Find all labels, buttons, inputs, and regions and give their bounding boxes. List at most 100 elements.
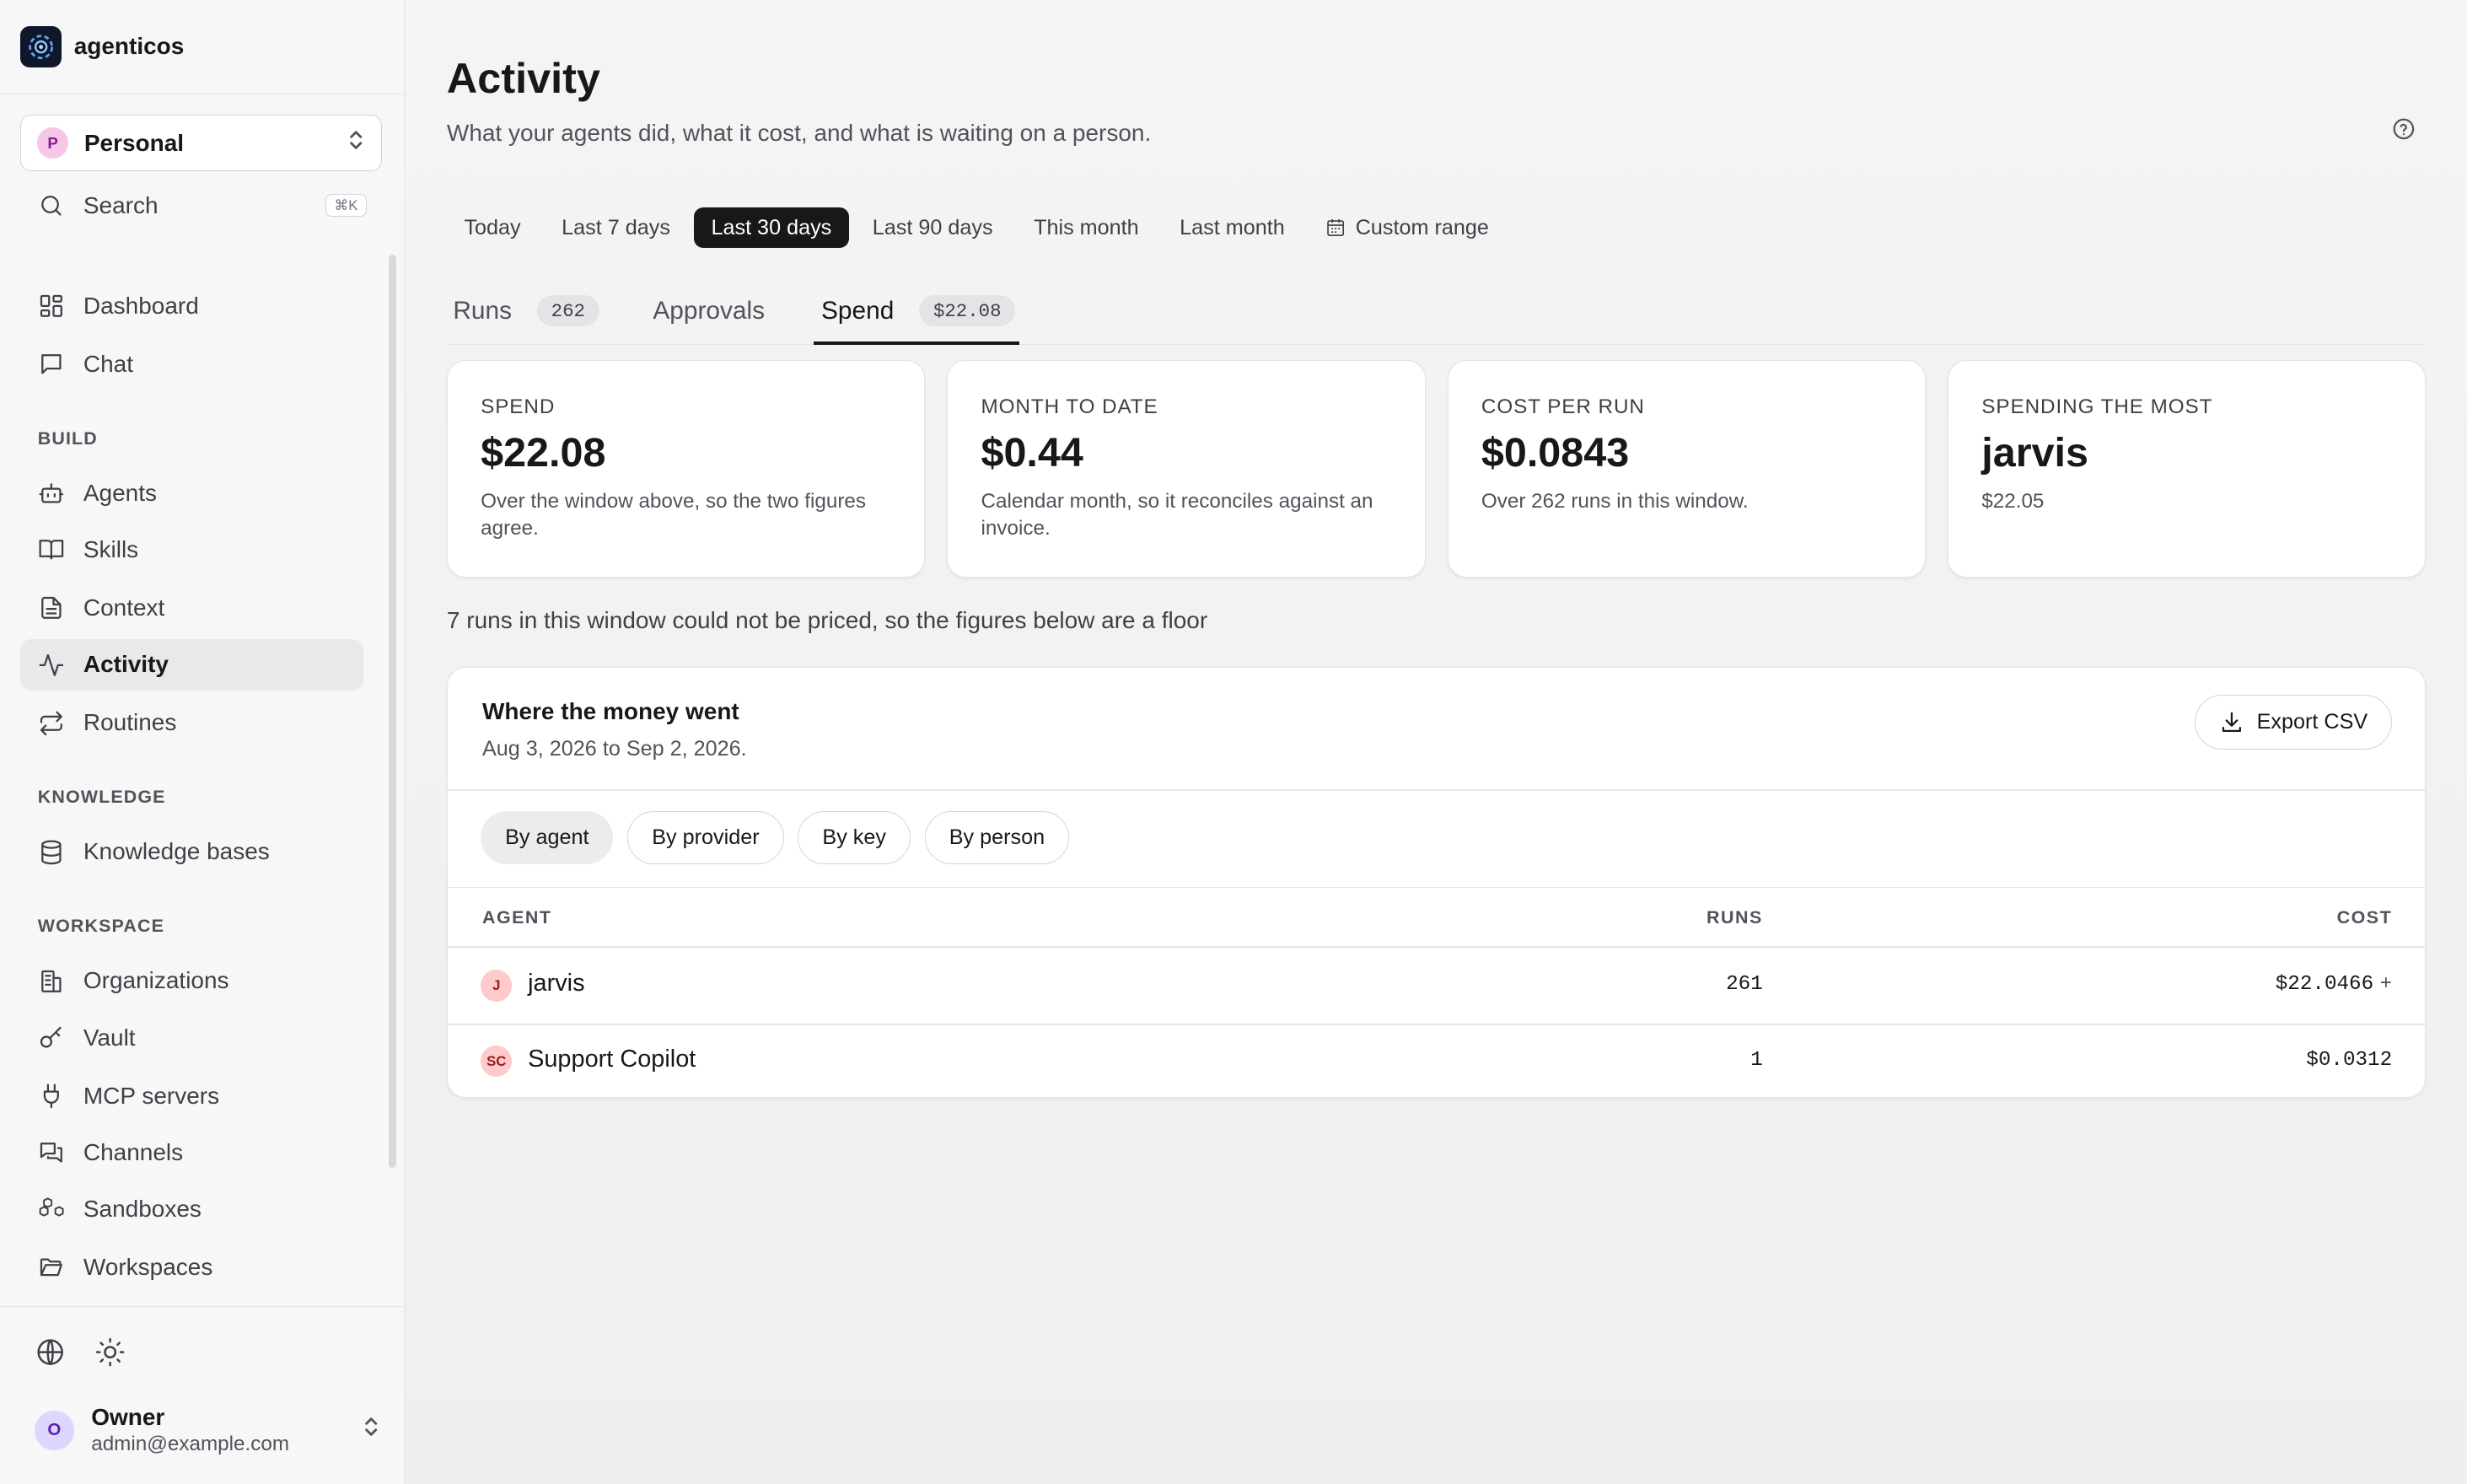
sun-icon[interactable] bbox=[94, 1336, 126, 1368]
chip-by-agent[interactable]: By agent bbox=[481, 810, 614, 865]
stat-value: $0.44 bbox=[981, 429, 1083, 476]
divider bbox=[447, 886, 2426, 889]
agent-avatar: J bbox=[481, 970, 513, 1002]
stat-card-month-to-date: MONTH TO DATE $0.44 Calendar month, so i… bbox=[947, 360, 1426, 578]
range-custom-label: Custom range bbox=[1355, 215, 1489, 239]
sidebar-item-label: Activity bbox=[83, 651, 169, 678]
export-csv-label: Export CSV bbox=[2256, 710, 2368, 734]
stat-label: SPEND bbox=[481, 395, 556, 419]
section-heading-build: BUILD bbox=[37, 427, 98, 449]
sidebar-item-agents[interactable]: Agents bbox=[20, 467, 363, 519]
globe-icon[interactable] bbox=[35, 1336, 66, 1368]
stat-card-cost-per-run: COST PER RUN $0.0843 Over 262 runs in th… bbox=[1447, 360, 1926, 578]
tab-spend[interactable]: Spend $22.08 bbox=[821, 277, 1016, 344]
sidebar-item-knowledge-bases[interactable]: Knowledge bases bbox=[20, 826, 363, 879]
tab-approvals[interactable]: Approvals bbox=[653, 277, 765, 344]
main-content: Activity What your agents did, what it c… bbox=[404, 0, 2467, 1484]
range-last-7-days[interactable]: Last 7 days bbox=[545, 207, 688, 248]
user-name: Owner bbox=[91, 1404, 165, 1431]
sidebar-scrollbar[interactable] bbox=[388, 255, 397, 1168]
stat-label: COST PER RUN bbox=[1481, 395, 1645, 419]
cost-value: $0.0312 bbox=[2306, 1048, 2393, 1072]
stat-card-spend: SPEND $22.08 Over the window above, so t… bbox=[446, 360, 926, 578]
sidebar-item-dashboard[interactable]: Dashboard bbox=[20, 280, 363, 332]
sidebar-item-label: Routines bbox=[83, 709, 177, 736]
sidebar-item-activity[interactable]: Activity bbox=[20, 638, 364, 691]
stat-note: $22.05 bbox=[1981, 490, 2045, 513]
range-custom[interactable]: Custom range bbox=[1309, 207, 1507, 248]
sidebar-item-chat[interactable]: Chat bbox=[20, 338, 363, 390]
table-row[interactable]: SC Support Copilot 1 $0.0312 bbox=[448, 1024, 2425, 1098]
search-label: Search bbox=[83, 191, 159, 218]
calendar-icon bbox=[1327, 219, 1345, 237]
database-icon bbox=[40, 840, 62, 864]
range-last-90-days[interactable]: Last 90 days bbox=[855, 207, 1010, 248]
search-icon bbox=[40, 195, 62, 216]
sidebar-item-context[interactable]: Context bbox=[20, 582, 363, 634]
panel-date-range: Aug 3, 2026 to Sep 2, 2026. bbox=[481, 737, 747, 761]
sidebar-item-vault[interactable]: Vault bbox=[20, 1012, 363, 1064]
user-menu[interactable]: O Owner admin@example.com bbox=[35, 1404, 381, 1456]
page-subtitle: What your agents did, what it cost, and … bbox=[446, 119, 1152, 146]
tab-count-badge: 262 bbox=[536, 294, 599, 327]
range-last-month[interactable]: Last month bbox=[1163, 207, 1303, 248]
sidebar-item-label: Skills bbox=[83, 536, 139, 563]
building-icon bbox=[40, 970, 62, 992]
sidebar-footer: O Owner admin@example.com bbox=[0, 1305, 403, 1484]
unpriced-runs-note: 7 runs in this window could not be price… bbox=[446, 607, 1208, 634]
sidebar-item-label: Workspaces bbox=[83, 1254, 213, 1281]
table-row[interactable]: J jarvis 261 $22.0466 + bbox=[448, 948, 2425, 1024]
range-today[interactable]: Today bbox=[447, 207, 538, 248]
column-header-cost: COST bbox=[2336, 906, 2393, 928]
stat-note: Over the window above, so the two figure… bbox=[481, 490, 867, 540]
tab-runs[interactable]: Runs 262 bbox=[453, 277, 599, 344]
divider bbox=[447, 788, 2426, 791]
sidebar-item-label: Agents bbox=[83, 479, 157, 506]
book-open-icon bbox=[39, 540, 63, 560]
floor-marker: + bbox=[2379, 973, 2393, 997]
sidebar-item-channels[interactable]: Channels bbox=[20, 1126, 363, 1179]
export-csv-button[interactable]: Export CSV bbox=[2194, 694, 2393, 750]
download-icon bbox=[2222, 712, 2241, 732]
brand[interactable]: agenticos bbox=[0, 0, 404, 94]
chip-by-key[interactable]: By key bbox=[798, 810, 911, 865]
sidebar-item-organizations[interactable]: Organizations bbox=[20, 955, 363, 1008]
workspace-switcher[interactable]: P Personal bbox=[20, 115, 383, 172]
stat-value: jarvis bbox=[1981, 429, 2088, 476]
sidebar-item-mcp-servers[interactable]: MCP servers bbox=[20, 1070, 363, 1122]
sidebar-item-workspaces[interactable]: Workspaces bbox=[20, 1241, 363, 1293]
avatar: O bbox=[35, 1411, 74, 1450]
chat-icon bbox=[40, 354, 62, 374]
brand-name: agenticos bbox=[73, 33, 185, 60]
agent-name: jarvis bbox=[528, 970, 585, 997]
section-heading-knowledge: KNOWLEDGE bbox=[37, 787, 166, 807]
sidebar-item-routines[interactable]: Routines bbox=[20, 697, 363, 750]
range-last-30-days[interactable]: Last 30 days bbox=[693, 207, 849, 248]
run-count: 1 bbox=[1750, 1048, 1763, 1072]
bot-icon bbox=[39, 483, 63, 503]
stat-note: Calendar month, so it reconciles against… bbox=[981, 490, 1373, 540]
workspace-avatar: P bbox=[36, 127, 69, 159]
dashboard-icon bbox=[40, 294, 62, 317]
cost-value: $22.0466 bbox=[2275, 973, 2374, 997]
tab-label: Spend bbox=[821, 296, 895, 325]
sidebar-item-skills[interactable]: Skills bbox=[20, 524, 363, 576]
sidebar: agenticos P Personal Search ⌘K Dashboard… bbox=[0, 0, 405, 1484]
stat-value: $0.0843 bbox=[1481, 429, 1630, 476]
sidebar-item-label: Chat bbox=[83, 350, 133, 377]
range-this-month[interactable]: This month bbox=[1017, 207, 1157, 248]
stat-label: SPENDING THE MOST bbox=[1981, 395, 2213, 419]
tab-label: Approvals bbox=[653, 296, 766, 325]
brand-logo-icon bbox=[20, 26, 62, 67]
user-email: admin@example.com bbox=[91, 1433, 290, 1456]
chip-by-provider[interactable]: By provider bbox=[627, 810, 784, 865]
cost-cell: $0.0312 bbox=[2306, 1049, 2392, 1072]
stat-note: Over 262 runs in this window. bbox=[1481, 490, 1749, 513]
search-button[interactable]: Search ⌘K bbox=[20, 180, 367, 232]
help-circle-icon[interactable] bbox=[2391, 116, 2416, 142]
chip-by-person[interactable]: By person bbox=[924, 810, 1070, 865]
chevron-up-down-icon bbox=[347, 129, 365, 158]
tab-spend-badge: $22.08 bbox=[919, 294, 1016, 327]
messages-icon bbox=[40, 1143, 62, 1163]
sidebar-item-sandboxes[interactable]: Sandboxes bbox=[20, 1183, 363, 1235]
